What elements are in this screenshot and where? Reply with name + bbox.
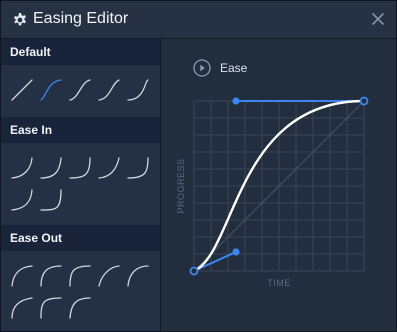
close-icon[interactable] [370, 11, 386, 27]
preset-default-2[interactable] [38, 77, 64, 103]
section-header-ease-in: Ease In [1, 117, 160, 143]
curve-thumbnail-icon [69, 157, 91, 179]
section-label: Default [10, 45, 51, 59]
preset-ease-out-5[interactable] [125, 263, 151, 289]
y-axis-label: PROGRESS [176, 158, 186, 213]
curve-thumbnail-icon [11, 297, 33, 319]
preset-sidebar: Default Ease In Ease Out [1, 39, 161, 331]
curve-thumbnail-icon [11, 79, 33, 101]
preset-default-4[interactable] [96, 77, 122, 103]
preset-ease-in-5[interactable] [125, 155, 151, 181]
preset-default-3[interactable] [67, 77, 93, 103]
preset-ease-in-4[interactable] [96, 155, 122, 181]
curve-thumbnail-icon [127, 79, 149, 101]
curve-thumbnail-icon [40, 297, 62, 319]
preset-ease-out-7[interactable] [38, 295, 64, 321]
curve-thumbnail-icon [98, 265, 120, 287]
section-label: Ease In [10, 123, 53, 137]
curve-thumbnail-icon [11, 157, 33, 179]
section-header-ease-out: Ease Out [1, 225, 160, 251]
curve-thumbnail-icon [69, 79, 91, 101]
preset-ease-out-3[interactable] [67, 263, 93, 289]
preset-ease-out-6[interactable] [9, 295, 35, 321]
curve-thumbnail-icon [11, 189, 33, 211]
control-handle-1 [232, 248, 240, 256]
curve-thumbnail-icon [11, 265, 33, 287]
preset-ease-in-6[interactable] [9, 187, 35, 213]
curve-editor-panel: Ease TIME PROGRESS [162, 39, 396, 331]
easing-editor-window: Easing Editor Default Ease In Ease Out E… [0, 0, 397, 332]
easing-graph[interactable]: TIME PROGRESS [162, 39, 396, 331]
control-handle-2 [232, 97, 240, 105]
x-axis-label: TIME [267, 278, 291, 288]
curve-thumbnail-icon [40, 79, 62, 101]
curve-start-point [189, 266, 199, 276]
curve-thumbnail-icon [69, 297, 91, 319]
curve-thumbnail-icon [127, 265, 149, 287]
curve-thumbnail-icon [98, 79, 120, 101]
preset-ease-in-3[interactable] [67, 155, 93, 181]
gear-icon[interactable] [12, 12, 28, 28]
preset-default-1[interactable] [9, 77, 35, 103]
window-title: Easing Editor [33, 10, 129, 27]
section-label: Ease Out [10, 231, 63, 245]
preset-ease-in-2[interactable] [38, 155, 64, 181]
preset-ease-in-1[interactable] [9, 155, 35, 181]
curve-thumbnail-icon [98, 157, 120, 179]
curve-thumbnail-icon [40, 265, 62, 287]
title-bar: Easing Editor [1, 1, 396, 39]
preset-ease-out-2[interactable] [38, 263, 64, 289]
curve-thumbnail-icon [40, 157, 62, 179]
preset-ease-in-7[interactable] [38, 187, 64, 213]
preset-ease-out-8[interactable] [67, 295, 93, 321]
curve-thumbnail-icon [69, 265, 91, 287]
section-header-default: Default [1, 39, 160, 65]
preset-ease-out-4[interactable] [96, 263, 122, 289]
curve-end-point [359, 96, 369, 106]
curve-thumbnail-icon [40, 189, 62, 211]
preset-ease-out-1[interactable] [9, 263, 35, 289]
preset-default-5[interactable] [125, 77, 151, 103]
curve-thumbnail-icon [127, 157, 149, 179]
